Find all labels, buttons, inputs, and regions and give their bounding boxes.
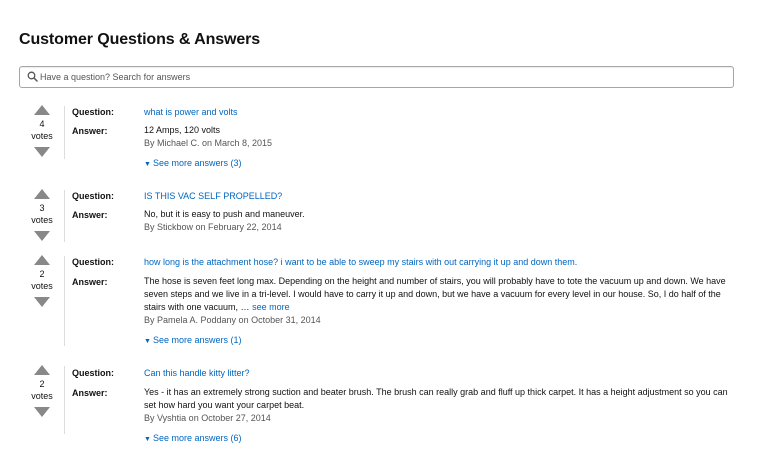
qa-item: 3 votes Question: IS THIS VAC SELF PROPE…: [19, 185, 749, 245]
vote-count: 3: [39, 203, 45, 213]
divider: [64, 106, 65, 159]
answer-label: Answer:: [72, 126, 108, 136]
question-link[interactable]: how long is the attachment hose? i want …: [144, 256, 577, 268]
answer-block: 12 Amps, 120 volts By Michael C. on Marc…: [144, 124, 734, 150]
answer-byline: By Vyshtia on October 27, 2014: [144, 413, 271, 423]
chevron-down-icon: ▼: [144, 338, 151, 345]
qa-item: 2 votes Question: Can this handle kitty …: [19, 361, 749, 449]
vote-widget: 2 votes: [31, 255, 53, 311]
question-label: Question:: [72, 191, 114, 201]
upvote-arrow-icon[interactable]: [34, 105, 50, 115]
answer-byline: By Michael C. on March 8, 2015: [144, 138, 273, 148]
downvote-arrow-icon[interactable]: [34, 407, 50, 417]
upvote-arrow-icon[interactable]: [34, 365, 50, 375]
downvote-arrow-icon[interactable]: [34, 231, 50, 241]
vote-widget: 3 votes: [31, 189, 53, 245]
vote-label: votes: [31, 131, 53, 141]
vote-label: votes: [31, 391, 53, 401]
vote-widget: 2 votes: [31, 365, 53, 421]
answer-text-body: The hose is seven feet long max. Dependi…: [144, 276, 726, 312]
answer-byline: By Stickbow on February 22, 2014: [144, 222, 282, 232]
answer-text: No, but it is easy to push and maneuver.: [144, 209, 305, 219]
divider: [64, 256, 65, 346]
upvote-arrow-icon[interactable]: [34, 189, 50, 199]
qa-item: 4 votes Question: what is power and volt…: [19, 101, 749, 176]
question-link[interactable]: what is power and volts: [144, 106, 238, 118]
downvote-arrow-icon[interactable]: [34, 147, 50, 157]
answer-block: Yes - it has an extremely strong suction…: [144, 386, 734, 425]
vote-count: 2: [39, 269, 45, 279]
see-more-answers-link[interactable]: ▼ See more answers (1): [144, 334, 241, 348]
answer-byline: By Pamela A. Poddany on October 31, 2014: [144, 315, 321, 325]
divider: [64, 366, 65, 434]
question-link[interactable]: IS THIS VAC SELF PROPELLED?: [144, 190, 282, 202]
search-box[interactable]: [19, 66, 734, 88]
vote-label: votes: [31, 281, 53, 291]
answer-text: 12 Amps, 120 volts: [144, 125, 221, 135]
vote-count: 4: [39, 119, 45, 129]
page-title: Customer Questions & Answers: [19, 31, 261, 48]
see-more-answers-link[interactable]: ▼ See more answers (3): [144, 157, 241, 171]
answer-text: The hose is seven feet long max. Dependi…: [144, 275, 734, 314]
answer-block: The hose is seven feet long max. Dependi…: [144, 275, 734, 327]
qa-item: 2 votes Question: how long is the attach…: [19, 251, 749, 351]
see-more-answers-label: See more answers (6): [152, 433, 242, 443]
answer-label: Answer:: [72, 388, 108, 398]
answer-label: Answer:: [72, 277, 108, 287]
vote-label: votes: [31, 215, 53, 225]
chevron-down-icon: ▼: [144, 161, 151, 168]
answer-label: Answer:: [72, 210, 108, 220]
upvote-arrow-icon[interactable]: [34, 255, 50, 265]
question-label: Question:: [72, 368, 114, 378]
chevron-down-icon: ▼: [144, 436, 151, 443]
answer-block: No, but it is easy to push and maneuver.…: [144, 208, 734, 234]
question-link[interactable]: Can this handle kitty litter?: [144, 367, 250, 379]
see-more-answers-label: See more answers (3): [152, 158, 242, 168]
answer-text: Yes - it has an extremely strong suction…: [144, 387, 728, 410]
see-more-answers-label: See more answers (1): [152, 335, 242, 345]
see-more-answers-link[interactable]: ▼ See more answers (6): [144, 432, 241, 446]
vote-count: 2: [39, 379, 45, 389]
vote-widget: 4 votes: [31, 105, 53, 161]
see-more-text-link[interactable]: see more: [252, 302, 290, 312]
search-icon: [27, 71, 38, 82]
question-label: Question:: [72, 257, 114, 267]
search-input[interactable]: [40, 68, 720, 85]
divider: [64, 190, 65, 242]
downvote-arrow-icon[interactable]: [34, 297, 50, 307]
question-label: Question:: [72, 107, 114, 117]
